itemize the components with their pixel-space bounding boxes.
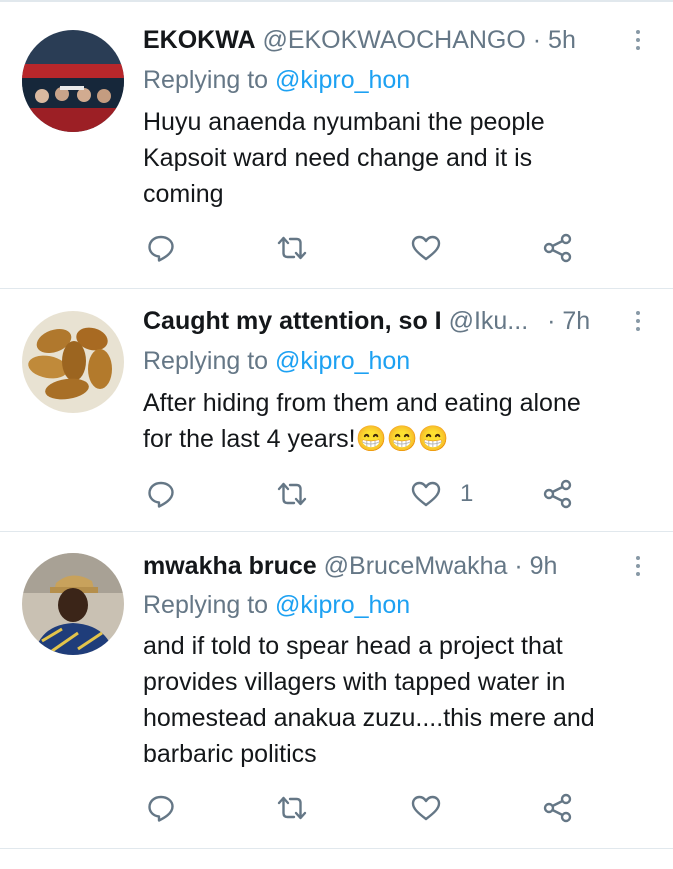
- like-icon: [411, 481, 441, 507]
- tweet-text-line: provides villagers with tapped water in: [143, 668, 566, 696]
- retweet-icon: [277, 236, 307, 260]
- comment-button[interactable]: [146, 788, 176, 828]
- replying-prefix: Replying to: [143, 591, 269, 619]
- tweet-text: Huyu anaenda nyumbani the people Kapsoit…: [143, 104, 653, 212]
- tweet-header: Caught my attention, so I @Iku... · 7h: [143, 303, 628, 339]
- tweet-text-line: homestead anakua zuzu....this mere and: [143, 704, 595, 732]
- retweet-icon: [277, 796, 307, 820]
- share-button[interactable]: [542, 474, 574, 514]
- avatar[interactable]: [22, 553, 124, 655]
- replying-handle-link[interactable]: @kipro_hon: [275, 66, 410, 94]
- tweet-actions: [0, 228, 673, 268]
- comment-button[interactable]: [146, 474, 176, 514]
- comment-icon: [148, 481, 174, 508]
- avatar-image: [22, 30, 124, 132]
- display-name[interactable]: Caught my attention, so I: [143, 307, 442, 335]
- comment-icon: [148, 795, 174, 822]
- tweet-header: EKOKWA @EKOKWAOCHANGO · 5h: [143, 22, 628, 58]
- tweet-text-line: and if told to spear head a project that: [143, 632, 563, 660]
- like-icon: [411, 795, 441, 821]
- avatar-image: [22, 311, 124, 413]
- tweet-header: mwakha bruce @BruceMwakha · 9h: [143, 548, 628, 584]
- share-button[interactable]: [542, 228, 574, 268]
- tweet-text: After hiding from them and eating alone …: [143, 385, 653, 457]
- comment-icon: [148, 235, 174, 262]
- retweet-button[interactable]: [276, 474, 308, 514]
- replying-prefix: Replying to: [143, 347, 269, 375]
- tweet-separator: [0, 848, 673, 849]
- share-button[interactable]: [542, 788, 574, 828]
- tweet-text-line: Huyu anaenda nyumbani the people: [143, 108, 545, 136]
- like-icon: [411, 235, 441, 261]
- like-button[interactable]: [410, 228, 460, 268]
- tweet-actions: 1: [0, 474, 673, 514]
- display-name[interactable]: mwakha bruce: [143, 552, 317, 580]
- replying-handle-link[interactable]: @kipro_hon: [275, 347, 410, 375]
- tweet-text-line: barbaric politics: [143, 740, 317, 768]
- tweet-text-line: Kapsoit ward need change and it is: [143, 144, 533, 172]
- share-icon: [543, 479, 572, 509]
- user-handle[interactable]: @BruceMwakha: [324, 552, 508, 580]
- retweet-button[interactable]: [276, 228, 308, 268]
- display-name[interactable]: EKOKWA: [143, 26, 256, 54]
- avatar[interactable]: [22, 311, 124, 413]
- replying-to: Replying to @kipro_hon: [143, 62, 410, 98]
- tweet-actions: [0, 788, 673, 828]
- timestamp[interactable]: · 7h: [547, 307, 590, 335]
- tweet-card[interactable]: EKOKWA @EKOKWAOCHANGO · 5h Replying to @…: [0, 0, 673, 288]
- avatar[interactable]: [22, 30, 124, 132]
- more-vertical-icon[interactable]: [628, 548, 648, 584]
- tweet-text-line: for the last 4 years!😁😁😁: [143, 425, 449, 453]
- retweet-icon: [277, 482, 307, 506]
- user-handle[interactable]: @EKOKWAOCHANGO: [262, 26, 525, 54]
- retweet-button[interactable]: [276, 788, 308, 828]
- more-vertical-icon[interactable]: [628, 303, 648, 339]
- share-icon: [543, 233, 572, 263]
- comment-button[interactable]: [146, 228, 176, 268]
- user-handle[interactable]: @Iku...: [449, 307, 529, 335]
- timestamp[interactable]: · 9h: [514, 552, 557, 580]
- tweet-text: and if told to spear head a project that…: [143, 628, 653, 772]
- tweet-card[interactable]: Caught my attention, so I @Iku... · 7h R…: [0, 289, 673, 531]
- tweet-text-line: After hiding from them and eating alone: [143, 389, 581, 417]
- like-button[interactable]: [410, 788, 460, 828]
- replying-prefix: Replying to: [143, 66, 269, 94]
- tweet-text-line: coming: [143, 180, 224, 208]
- avatar-image: [22, 553, 124, 655]
- like-button[interactable]: 1: [410, 474, 473, 514]
- timestamp[interactable]: · 5h: [533, 26, 576, 54]
- replying-to: Replying to @kipro_hon: [143, 343, 410, 379]
- replying-handle-link[interactable]: @kipro_hon: [275, 591, 410, 619]
- tweet-card[interactable]: mwakha bruce @BruceMwakha · 9h Replying …: [0, 532, 673, 848]
- replying-to: Replying to @kipro_hon: [143, 587, 410, 623]
- share-icon: [543, 793, 572, 823]
- more-vertical-icon[interactable]: [628, 22, 648, 58]
- like-count: 1: [460, 480, 474, 507]
